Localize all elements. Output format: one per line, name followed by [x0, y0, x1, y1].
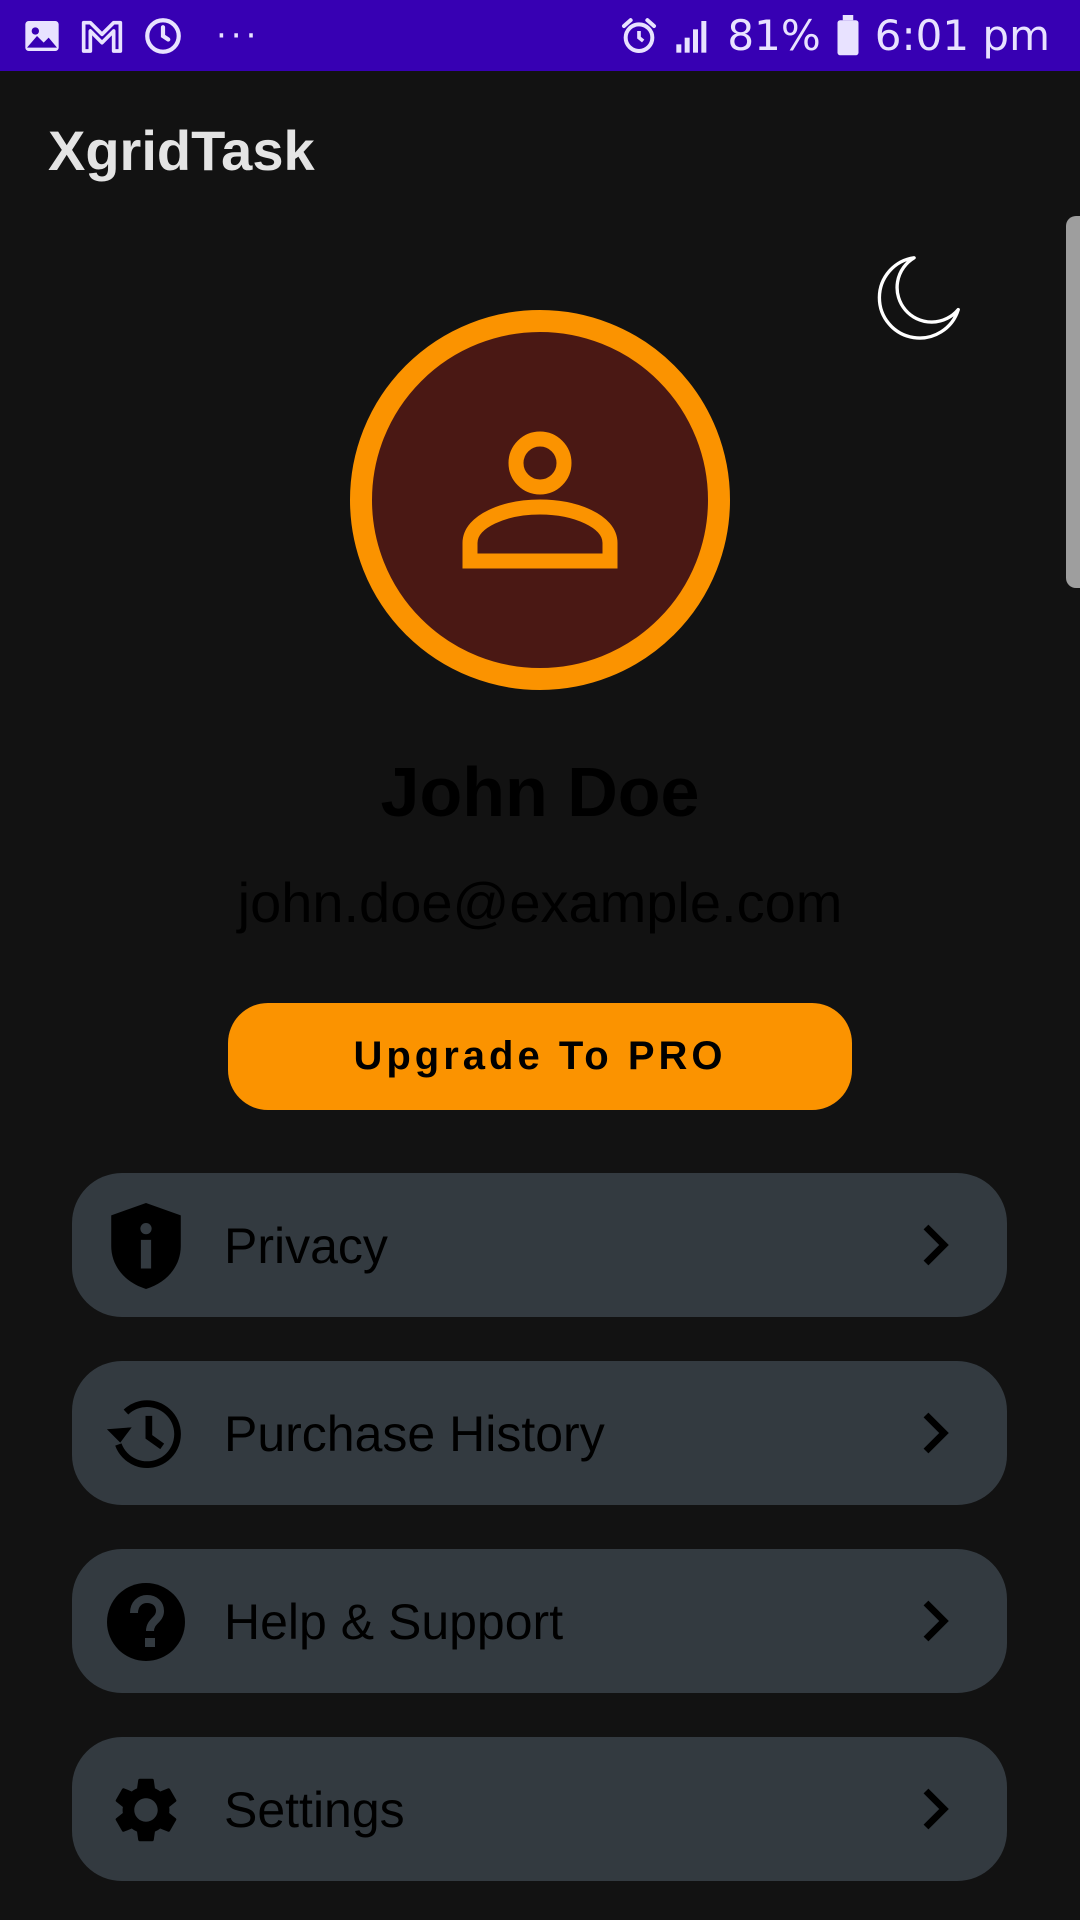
app-title: XgridTask: [48, 119, 315, 182]
battery-percent: 81%: [727, 11, 821, 60]
menu-label-settings: Settings: [224, 1782, 405, 1838]
menu-label-privacy: Privacy: [224, 1218, 388, 1274]
history-icon: [105, 1393, 187, 1475]
more-notifications: ···: [216, 15, 261, 56]
chevron-right-icon: [923, 1600, 949, 1642]
menu-item-settings[interactable]: Settings: [72, 1737, 1007, 1881]
clock: 6:01 pm: [874, 11, 1050, 60]
chevron-right-icon: [923, 1788, 949, 1830]
battery-icon: [835, 14, 861, 57]
menu-item-help-support[interactable]: Help & Support: [72, 1549, 1007, 1693]
shield-info-icon: [105, 1203, 187, 1289]
avatar[interactable]: [350, 310, 730, 690]
chevron-right-icon: [923, 1412, 949, 1454]
help-icon: [105, 1581, 187, 1663]
chevron-right-icon: [923, 1224, 949, 1266]
menu-label-help-support: Help & Support: [224, 1594, 564, 1650]
moon-icon: [877, 256, 960, 340]
upgrade-to-pro-button[interactable]: Upgrade To PRO: [228, 1003, 852, 1110]
status-left: ···: [22, 15, 260, 57]
gmail-icon: [80, 16, 124, 56]
scroll-indicator[interactable]: [1066, 216, 1080, 588]
status-bar: ··· 81% 6:01 pm: [0, 0, 1080, 71]
theme-toggle-button[interactable]: [868, 252, 964, 348]
signal-icon: [673, 16, 713, 56]
alarm-icon: [619, 16, 659, 56]
sync-icon: [142, 15, 184, 57]
status-right: 81% 6:01 pm: [619, 11, 1050, 60]
user-email: john.doe@example.com: [237, 871, 843, 934]
user-name: John Doe: [380, 753, 700, 831]
menu-label-purchase-history: Purchase History: [224, 1406, 605, 1462]
gallery-icon: [22, 16, 62, 56]
menu-item-purchase-history[interactable]: Purchase History: [72, 1361, 1007, 1505]
menu-item-privacy[interactable]: Privacy: [72, 1173, 1007, 1317]
gear-icon: [105, 1769, 187, 1851]
person-icon: [462, 431, 618, 569]
